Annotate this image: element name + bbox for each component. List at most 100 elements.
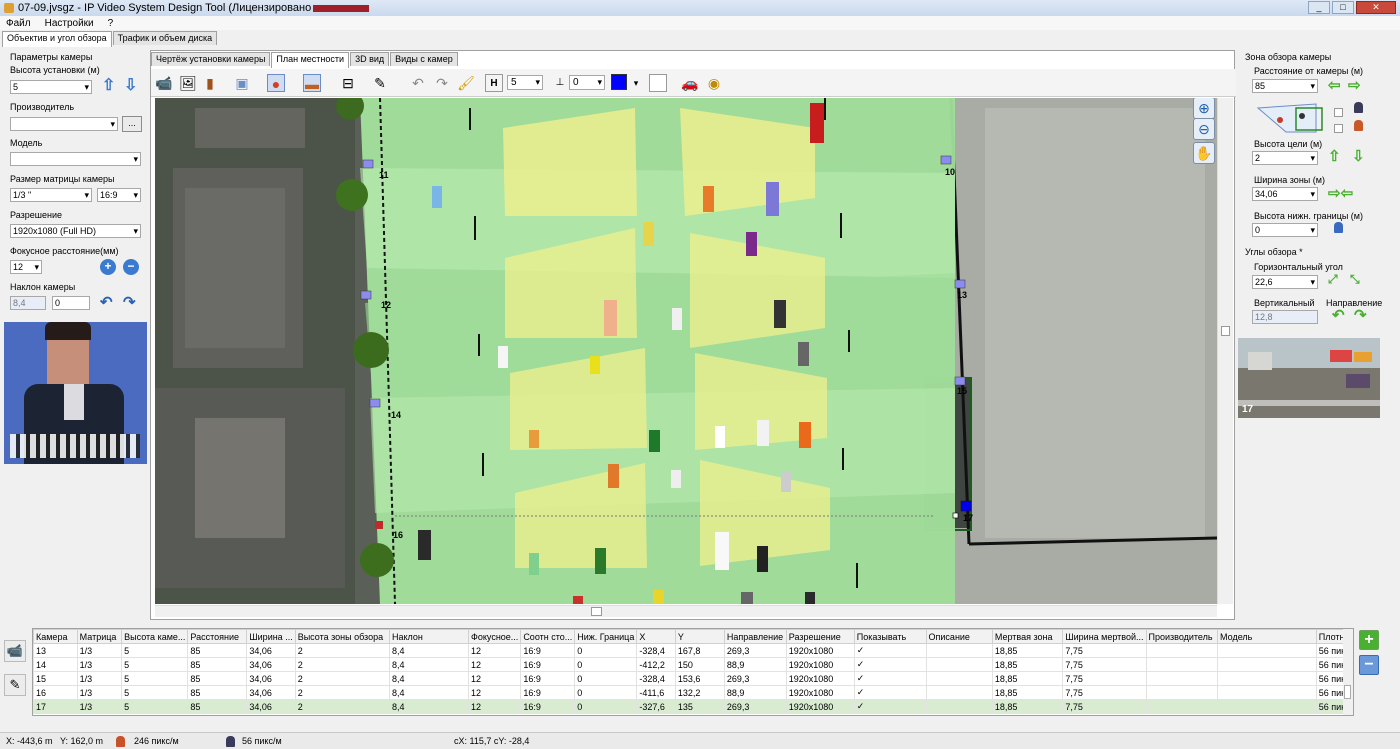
zoom-in-icon[interactable]: ⊕ xyxy=(1193,98,1215,119)
add-camera-button[interactable]: + xyxy=(1359,630,1379,650)
door-tool-icon[interactable]: ▮ xyxy=(201,74,219,92)
tab-install-drawing[interactable]: Чертёж установки камеры xyxy=(151,52,271,66)
vertical-angle-field[interactable]: 12,8 xyxy=(1252,310,1318,324)
column-header[interactable]: Y xyxy=(674,629,725,644)
table-row[interactable]: 13 1/3 5 85 34,06 2 8,4 12 16:9 0 -328,4 167,8 269,3… xyxy=(33,643,1353,658)
column-header[interactable]: Показывать xyxy=(853,629,927,644)
tilt-secondary-field[interactable]: 0 xyxy=(52,296,90,310)
arrow-right-icon[interactable]: ⇨ xyxy=(1348,78,1361,93)
vscroll-thumb[interactable] xyxy=(1221,326,1230,336)
column-header[interactable]: Высота зоны обзора xyxy=(294,629,390,644)
map-vertical-scrollbar[interactable] xyxy=(1217,98,1233,604)
width-combo[interactable]: 0 xyxy=(569,75,605,90)
close-button[interactable]: ✕ xyxy=(1356,1,1396,14)
redo-icon[interactable]: ↷ xyxy=(433,74,451,92)
table-row[interactable]: 17 1/3 5 85 34,06 2 8,4 12 16:9 0 -327,6 135 269,3 19… xyxy=(33,699,1353,714)
bench-tool-icon[interactable]: ▬ xyxy=(303,74,321,92)
install-height-combo[interactable]: 5 xyxy=(10,80,92,94)
tab-site-plan[interactable]: План местности xyxy=(271,52,350,68)
column-header[interactable]: Наклон xyxy=(388,629,470,644)
column-header[interactable]: Ниж. Граница xyxy=(574,629,638,644)
arrow-up-icon[interactable]: ⇧ xyxy=(102,78,115,94)
menu-settings[interactable]: Настройки xyxy=(45,18,94,29)
horizontal-angle-combo[interactable]: 22,6 xyxy=(1252,275,1318,289)
model-combo[interactable] xyxy=(10,152,141,166)
column-header[interactable]: Матрица xyxy=(76,629,123,644)
zone-width-combo[interactable]: 34,06 xyxy=(1252,187,1318,201)
person-tool-icon[interactable]: ● xyxy=(267,74,285,92)
column-header[interactable]: Ширина мертвой... xyxy=(1062,629,1147,644)
arrow-down-green-icon[interactable]: ⇩ xyxy=(1352,149,1365,164)
expand-icon[interactable]: ⤢ xyxy=(1328,272,1338,286)
table-scroll-thumb[interactable] xyxy=(1344,685,1351,699)
checkbox-2[interactable] xyxy=(1334,124,1343,133)
zoom-plus-icon[interactable]: + xyxy=(100,259,116,275)
manufacturer-browse-button[interactable]: ... xyxy=(122,116,142,132)
tab-3d-view[interactable]: 3D вид xyxy=(350,52,390,66)
fill-tool-icon[interactable] xyxy=(649,74,667,92)
table-vertical-scrollbar[interactable] xyxy=(1343,629,1353,715)
zoom-minus-icon[interactable]: − xyxy=(123,259,139,275)
minimize-button[interactable]: _ xyxy=(1308,1,1330,14)
maximize-button[interactable]: □ xyxy=(1332,1,1354,14)
site-plan-map[interactable]: 11 10 12 13 14 15 16 17 ⊕ ⊖ ✋ xyxy=(155,98,1217,604)
menu-file[interactable]: Файл xyxy=(6,18,31,29)
collapse-icon[interactable]: ⤡ xyxy=(1350,272,1360,286)
column-header[interactable]: Расстояние xyxy=(187,629,248,644)
rotate-left-icon[interactable]: ↶ xyxy=(100,295,113,310)
column-header[interactable]: Ширина ... xyxy=(246,629,296,644)
pencil-tool-icon[interactable]: ✎ xyxy=(371,74,389,92)
undo-icon[interactable]: ↶ xyxy=(409,74,427,92)
pen-list-icon[interactable]: ✎ xyxy=(4,674,26,696)
shrink-arrows-icon[interactable]: ⇨⇦ xyxy=(1328,186,1353,201)
column-header[interactable]: Направление xyxy=(723,629,787,644)
table-row[interactable]: 15 1/3 5 85 34,06 2 8,4 12 16:9 0 -328,4 153,6 269,3… xyxy=(33,671,1353,686)
resolution-combo[interactable]: 1920x1080 (Full HD) xyxy=(10,224,141,238)
arrow-down-icon[interactable]: ⇩ xyxy=(124,78,137,94)
tape-measure-icon[interactable]: ◉ xyxy=(705,74,723,92)
color-dropdown-icon[interactable]: ▾ xyxy=(627,74,645,92)
tab-traffic-disk[interactable]: Трафик и объем диска xyxy=(112,31,218,45)
column-header[interactable]: Описание xyxy=(925,629,993,644)
camera-list-icon[interactable]: 📹 xyxy=(4,640,26,662)
brush-icon[interactable]: 🖌 xyxy=(457,74,475,92)
rotate-ccw-icon[interactable]: ↶ xyxy=(1332,308,1345,323)
target-height-combo[interactable]: 2 xyxy=(1252,151,1318,165)
column-header[interactable]: Фокусное... xyxy=(468,629,522,644)
column-header[interactable]: Разрешение xyxy=(785,629,855,644)
manufacturer-combo[interactable] xyxy=(10,117,118,131)
column-header[interactable]: Камера xyxy=(33,629,78,644)
zoom-out-icon[interactable]: ⊖ xyxy=(1193,118,1215,140)
map-horizontal-scrollbar[interactable] xyxy=(155,605,1217,617)
rotate-cw-icon[interactable]: ↷ xyxy=(1354,308,1367,323)
column-header[interactable]: X xyxy=(636,629,676,644)
tab-lens-angle[interactable]: Объектив и угол обзора xyxy=(2,31,112,47)
column-header[interactable]: Производитель xyxy=(1145,629,1219,644)
camera-tool-icon[interactable]: 📹 xyxy=(155,74,173,92)
pan-hand-icon[interactable]: ✋ xyxy=(1193,142,1215,164)
tilt-field[interactable]: 8,4 xyxy=(10,296,46,310)
color-swatch[interactable] xyxy=(611,74,627,90)
height-combo[interactable]: 5 xyxy=(507,75,543,90)
ruler-tool-icon[interactable]: ⊟ xyxy=(339,74,357,92)
table-row[interactable]: 14 1/3 5 85 34,06 2 8,4 12 16:9 0 -412,2 150 88,9 192… xyxy=(33,657,1353,672)
column-header[interactable]: Соотн сто... xyxy=(520,629,576,644)
sensor-combo[interactable]: 1/3 " xyxy=(10,188,92,202)
rotate-right-icon[interactable]: ↷ xyxy=(123,295,136,310)
menu-help[interactable]: ? xyxy=(108,18,114,29)
lower-bound-combo[interactable]: 0 xyxy=(1252,223,1318,237)
remove-camera-button[interactable]: − xyxy=(1359,655,1379,675)
arrow-left-icon[interactable]: ⇦ xyxy=(1328,78,1341,93)
vehicle-tool-icon[interactable]: 🚗 xyxy=(681,74,699,92)
table-row[interactable]: 16 1/3 5 85 34,06 2 8,4 12 16:9 0 -411,6 132,2 88,9 1… xyxy=(33,685,1353,700)
hscroll-thumb[interactable] xyxy=(591,607,602,616)
column-header[interactable]: Мертвая зона xyxy=(991,629,1064,644)
column-header[interactable]: Модель xyxy=(1217,629,1317,644)
aspect-combo[interactable]: 16:9 xyxy=(97,188,141,202)
column-header[interactable]: Высота каме... xyxy=(121,629,189,644)
tab-camera-views[interactable]: Виды с камер xyxy=(390,52,458,66)
focal-combo[interactable]: 12 xyxy=(10,260,42,274)
checkbox-1[interactable] xyxy=(1334,108,1343,117)
distance-combo[interactable]: 85 xyxy=(1252,79,1318,93)
image-tool-icon[interactable]: 🖼 xyxy=(179,74,197,92)
